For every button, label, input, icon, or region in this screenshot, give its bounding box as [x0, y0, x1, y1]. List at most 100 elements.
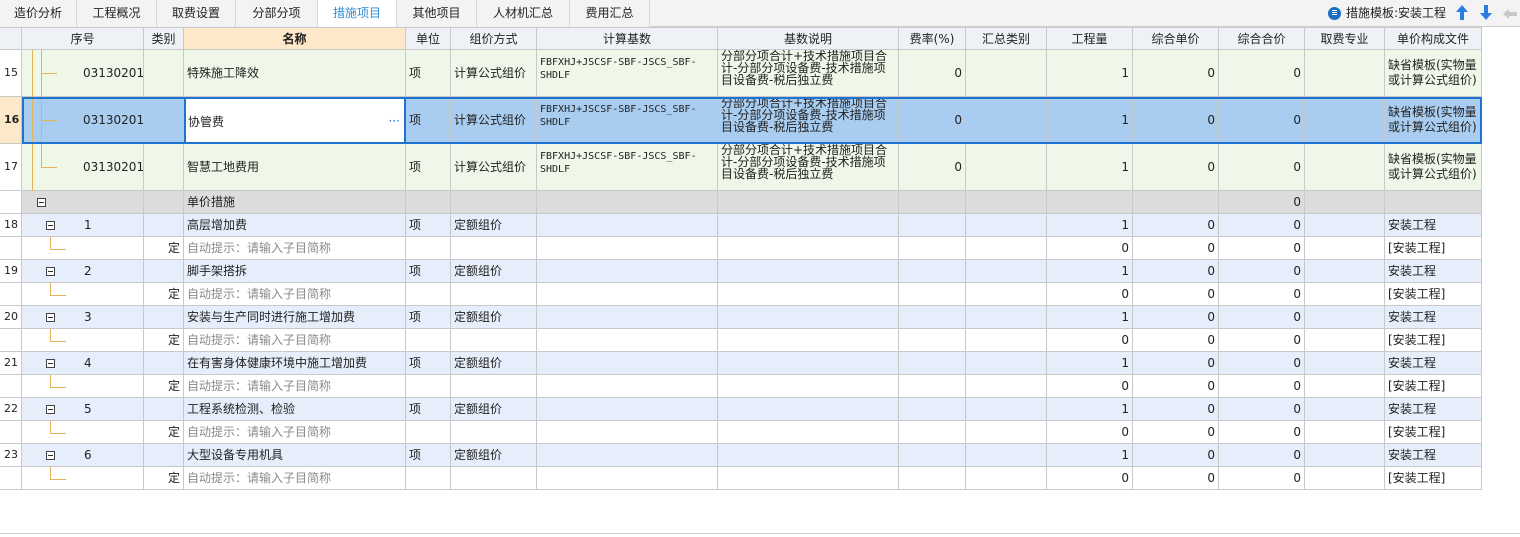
cell-type[interactable] — [144, 50, 184, 97]
cell-type[interactable] — [144, 191, 184, 214]
cell-file[interactable]: [安装工程] — [1385, 283, 1482, 306]
cell-spec[interactable] — [1305, 306, 1385, 329]
cell-rate[interactable] — [899, 237, 966, 260]
cell-idx[interactable] — [0, 237, 22, 260]
cell-spec[interactable] — [1305, 214, 1385, 237]
cell-total[interactable]: 0 — [1219, 421, 1305, 444]
cell-sum[interactable] — [966, 283, 1047, 306]
column-header-desc[interactable]: 基数说明 — [718, 27, 899, 50]
cell-method[interactable]: 定额组价 — [451, 260, 537, 283]
cell-desc[interactable] — [718, 191, 899, 214]
cell-unit[interactable] — [406, 421, 451, 444]
cell-idx[interactable] — [0, 421, 22, 444]
cell-qty[interactable] — [1047, 191, 1133, 214]
cell-base[interactable] — [537, 421, 718, 444]
cell-desc[interactable] — [718, 237, 899, 260]
cell-sum[interactable] — [966, 50, 1047, 97]
cell-method[interactable]: 计算公式组价 — [451, 97, 537, 144]
cell-uprice[interactable]: 0 — [1133, 375, 1219, 398]
cell-type[interactable] — [144, 97, 184, 144]
cell-code[interactable]: 6 — [22, 444, 144, 467]
cell-unit[interactable]: 项 — [406, 260, 451, 283]
cell-name[interactable]: 在有害身体健康环境中施工增加费 — [184, 352, 406, 375]
name-edit-box[interactable]: 协管费 ··· — [184, 97, 406, 144]
cell-sum[interactable] — [966, 144, 1047, 191]
cell-idx[interactable] — [0, 467, 22, 490]
cell-desc[interactable]: 分部分项合计+技术措施项目合计-分部分项设备费-技术措施项目设备费-税后独立费 — [718, 144, 899, 191]
cell-rate[interactable] — [899, 260, 966, 283]
cell-desc[interactable] — [718, 467, 899, 490]
cell-name[interactable]: 特殊施工降效 — [184, 50, 406, 97]
cell-type[interactable] — [144, 260, 184, 283]
cell-method[interactable]: 定额组价 — [451, 352, 537, 375]
cell-desc[interactable] — [718, 352, 899, 375]
cell-idx[interactable] — [0, 329, 22, 352]
cell-method[interactable] — [451, 329, 537, 352]
cell-rate[interactable] — [899, 467, 966, 490]
cell-uprice[interactable]: 0 — [1133, 329, 1219, 352]
cell-spec[interactable] — [1305, 421, 1385, 444]
cell-spec[interactable] — [1305, 50, 1385, 97]
cell-qty[interactable]: 1 — [1047, 144, 1133, 191]
cell-desc[interactable] — [718, 306, 899, 329]
cell-unit[interactable]: 项 — [406, 214, 451, 237]
collapse-toggle-icon[interactable] — [46, 451, 55, 460]
cell-uprice[interactable]: 0 — [1133, 421, 1219, 444]
cell-sum[interactable] — [966, 97, 1047, 144]
cell-uprice[interactable]: 0 — [1133, 398, 1219, 421]
cell-method[interactable] — [451, 283, 537, 306]
cell-type[interactable] — [144, 352, 184, 375]
tab-0[interactable]: 造价分析 — [0, 0, 77, 27]
tab-4[interactable]: 措施项目 — [318, 0, 397, 27]
cell-type[interactable] — [144, 214, 184, 237]
cell-uprice[interactable]: 0 — [1133, 237, 1219, 260]
cell-total[interactable]: 0 — [1219, 144, 1305, 191]
cell-base[interactable] — [537, 329, 718, 352]
cell-name[interactable]: 安装与生产同时进行施工增加费 — [184, 306, 406, 329]
cell-name[interactable]: 自动提示：请输入子目简称 — [184, 375, 406, 398]
cell-sum[interactable] — [966, 467, 1047, 490]
cell-idx[interactable]: 21 — [0, 352, 22, 375]
cell-desc[interactable] — [718, 329, 899, 352]
cell-unit[interactable]: 项 — [406, 97, 451, 144]
column-header-sum[interactable]: 汇总类别 — [966, 27, 1047, 50]
cell-file[interactable]: 安装工程 — [1385, 214, 1482, 237]
cell-unit[interactable]: 项 — [406, 306, 451, 329]
back-arrow-icon[interactable] — [1503, 5, 1517, 21]
cell-rate[interactable] — [899, 329, 966, 352]
cell-method[interactable]: 定额组价 — [451, 398, 537, 421]
cell-file[interactable]: 缺省模板(实物量或计算公式组价) — [1385, 144, 1482, 191]
column-header-unit[interactable]: 单位 — [406, 27, 451, 50]
cell-base[interactable] — [537, 467, 718, 490]
cell-rate[interactable] — [899, 283, 966, 306]
cell-base[interactable]: FBFXHJ+JSCSF-SBF-JSCS_SBF-SHDLF — [537, 97, 718, 144]
cell-file[interactable]: 安装工程 — [1385, 398, 1482, 421]
cell-unit[interactable] — [406, 283, 451, 306]
cell-base[interactable] — [537, 260, 718, 283]
cell-code[interactable] — [22, 421, 144, 444]
cell-qty[interactable]: 1 — [1047, 214, 1133, 237]
cell-total[interactable]: 0 — [1219, 237, 1305, 260]
cell-idx[interactable]: 16 — [0, 97, 22, 144]
cell-file[interactable]: 缺省模板(实物量或计算公式组价) — [1385, 50, 1482, 97]
cell-spec[interactable] — [1305, 191, 1385, 214]
cell-method[interactable]: 定额组价 — [451, 444, 537, 467]
cell-idx[interactable] — [0, 283, 22, 306]
cell-sum[interactable] — [966, 329, 1047, 352]
table-row[interactable]: 18 1 高层增加费项定额组价 1 0 0 安装工程 — [0, 214, 1482, 237]
cell-idx[interactable]: 19 — [0, 260, 22, 283]
cell-rate[interactable] — [899, 191, 966, 214]
column-header-uprice[interactable]: 综合单价 — [1133, 27, 1219, 50]
cell-base[interactable] — [537, 375, 718, 398]
cell-uprice[interactable]: 0 — [1133, 283, 1219, 306]
cell-rate[interactable] — [899, 306, 966, 329]
cell-idx[interactable]: 17 — [0, 144, 22, 191]
cell-type[interactable] — [144, 444, 184, 467]
cell-qty[interactable]: 1 — [1047, 97, 1133, 144]
cell-unit[interactable] — [406, 329, 451, 352]
cell-name[interactable]: 大型设备专用机具 — [184, 444, 406, 467]
cell-file[interactable] — [1385, 191, 1482, 214]
column-header-base[interactable]: 计算基数 — [537, 27, 718, 50]
cell-qty[interactable]: 0 — [1047, 467, 1133, 490]
column-header-type[interactable]: 类别 — [144, 27, 184, 50]
